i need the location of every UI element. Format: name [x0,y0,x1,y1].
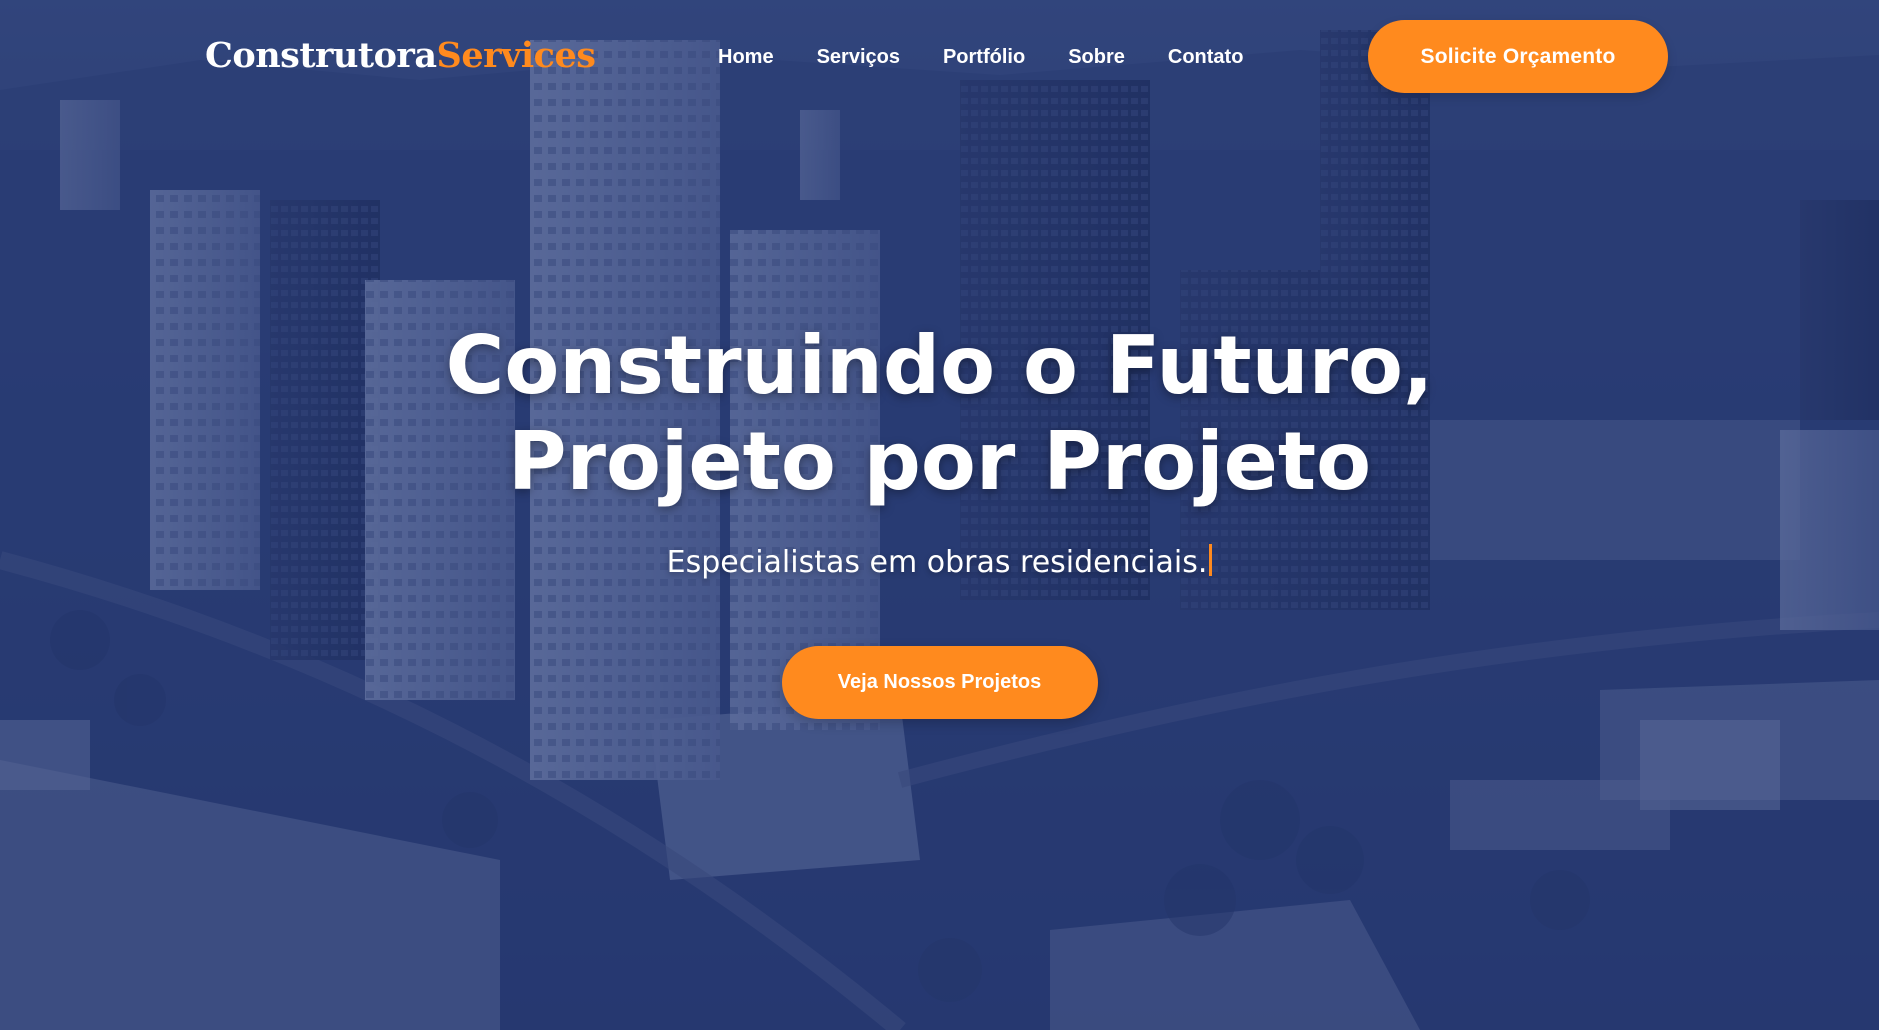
hero-title-line1: Construindo o Futuro, [445,319,1434,412]
nav-link-sobre[interactable]: Sobre [1068,44,1125,70]
site-header: ConstrutoraServices Home Serviços Portfó… [0,0,1879,114]
hero-subtitle-text: Especialistas em obras residenciais. [666,545,1208,580]
nav-link-servicos[interactable]: Serviços [817,44,900,70]
hero-content: Construindo o Futuro, Projeto por Projet… [0,318,1879,719]
brand-logo[interactable]: ConstrutoraServices [205,34,596,78]
request-quote-button[interactable]: Solicite Orçamento [1368,20,1668,93]
main-nav: Home Serviços Portfólio Sobre Contato [718,44,1286,70]
nav-link-contato[interactable]: Contato [1168,44,1244,70]
hero-title-line2: Projeto por Projeto [507,415,1372,508]
nav-link-portfolio[interactable]: Portfólio [943,44,1025,70]
typing-cursor [1209,544,1213,576]
hero-title: Construindo o Futuro, Projeto por Projet… [0,318,1879,510]
hero-subtitle: Especialistas em obras residenciais. [0,544,1879,582]
brand-name-part1: Construtora [205,35,437,76]
view-projects-button[interactable]: Veja Nossos Projetos [781,646,1098,719]
nav-link-home[interactable]: Home [718,44,774,70]
brand-name-part2: Services [436,35,596,76]
